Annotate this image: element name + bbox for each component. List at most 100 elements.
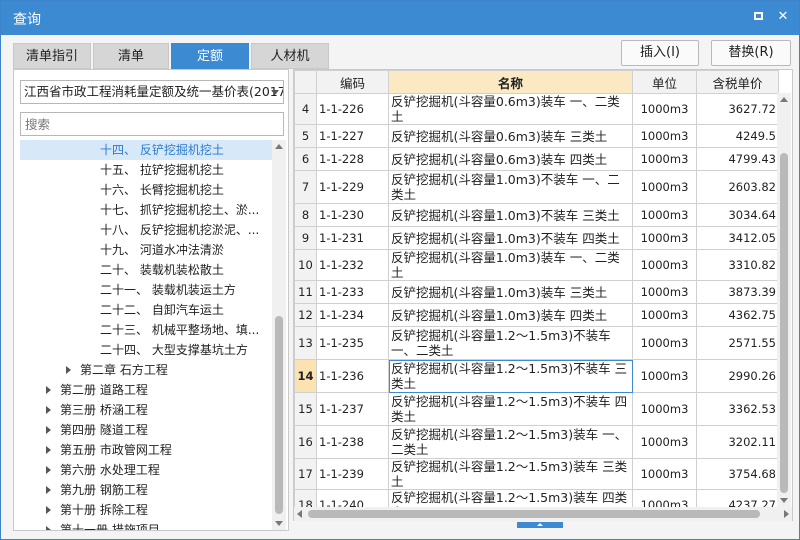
quota-code[interactable]: 1-1-235 [316,326,389,360]
tree-item[interactable]: 第十册 拆除工程 [20,500,272,520]
quota-unit[interactable]: 1000m3 [632,359,697,393]
row-index[interactable]: 11 [294,280,317,304]
quota-code[interactable]: 1-1-226 [316,93,389,125]
title-bar[interactable]: 查询 ✕ [1,1,799,35]
quota-price[interactable]: 3412.05 [696,226,779,250]
quota-code[interactable]: 1-1-228 [316,147,389,171]
quota-name[interactable]: 反铲挖掘机(斗容量0.6m3)装车 一、二类土 [388,93,633,125]
expand-arrow-icon[interactable] [46,466,51,474]
tree-item[interactable]: 二十一、 装载机装运土方 [20,280,272,300]
quota-name[interactable]: 反铲挖掘机(斗容量1.2～1.5m3)装车 三类土 [388,458,633,490]
quota-unit[interactable]: 1000m3 [632,392,697,426]
row-index[interactable]: 6 [294,147,317,171]
row-index[interactable]: 12 [294,303,317,327]
expand-arrow-icon[interactable] [46,506,51,514]
quota-unit[interactable]: 1000m3 [632,458,697,490]
scroll-down-icon[interactable] [275,521,283,526]
search-input[interactable] [20,112,284,136]
row-index[interactable]: 14 [294,359,317,393]
expand-arrow-icon[interactable] [46,486,51,494]
tree-item[interactable]: 第二章 石方工程 [20,360,272,380]
tree-scrollbar[interactable] [272,140,286,530]
replace-button[interactable]: 替换(R) [711,40,791,66]
tree-item[interactable]: 第三册 桥涵工程 [20,400,272,420]
quota-code[interactable]: 1-1-231 [316,226,389,250]
expand-arrow-icon[interactable] [46,526,51,530]
tab-bill[interactable]: 清单 [93,43,169,69]
row-index[interactable]: 5 [294,124,317,148]
quota-name[interactable]: 反铲挖掘机(斗容量1.0m3)不装车 三类土 [388,203,633,227]
quota-unit[interactable]: 1000m3 [632,124,697,148]
expand-arrow-icon[interactable] [46,386,51,394]
row-index[interactable]: 16 [294,425,317,459]
quota-name[interactable]: 反铲挖掘机(斗容量1.2～1.5m3)不装车 三类土 [388,359,633,393]
grid-hscroll-thumb[interactable] [308,510,760,518]
quota-unit[interactable]: 1000m3 [632,203,697,227]
table-row[interactable]: 12 1-1-234 反铲挖掘机(斗容量1.0m3)装车 四类土 1000m3 4362… [294,303,779,327]
tree-item[interactable]: 十八、 反铲挖掘机挖淤泥、... [20,220,272,240]
tree-item[interactable]: 第十一册 措施项目 [20,520,272,530]
expand-arrow-icon[interactable] [46,426,51,434]
quota-unit[interactable]: 1000m3 [632,170,697,204]
quota-price[interactable]: 3034.64 [696,203,779,227]
quota-unit[interactable]: 1000m3 [632,147,697,171]
tab-bill-guide[interactable]: 清单指引 [13,43,91,69]
row-index[interactable]: 15 [294,392,317,426]
table-row[interactable]: 4 1-1-226 反铲挖掘机(斗容量0.6m3)装车 一、二类土 1000m3 362… [294,93,779,125]
expand-arrow-icon[interactable] [46,446,51,454]
tree-item[interactable]: 第二册 道路工程 [20,380,272,400]
table-row[interactable]: 6 1-1-228 反铲挖掘机(斗容量0.6m3)装车 四类土 1000m3 4799.… [294,147,779,171]
table-row[interactable]: 16 1-1-238 反铲挖掘机(斗容量1.2～1.5m3)装车 一、二类土 1000… [294,425,779,459]
row-index[interactable]: 10 [294,249,317,281]
quota-price[interactable]: 2571.55 [696,326,779,360]
row-index[interactable]: 8 [294,203,317,227]
row-index[interactable]: 4 [294,93,317,125]
table-row[interactable]: 11 1-1-233 反铲挖掘机(斗容量1.0m3)装车 三类土 1000m3 3873… [294,280,779,304]
quota-code[interactable]: 1-1-239 [316,458,389,490]
quota-code[interactable]: 1-1-237 [316,392,389,426]
maximize-icon[interactable] [751,9,767,25]
tree-item[interactable]: 十四、 反铲挖掘机挖土 [20,140,272,160]
quota-name[interactable]: 反铲挖掘机(斗容量1.0m3)装车 一、二类土 [388,249,633,281]
table-row[interactable]: 5 1-1-227 反铲挖掘机(斗容量0.6m3)装车 三类土 1000m3 4249.… [294,124,779,148]
tree-scroll-thumb[interactable] [275,316,283,514]
tree-item[interactable]: 第六册 水处理工程 [20,460,272,480]
tree-item[interactable]: 第四册 隧道工程 [20,420,272,440]
quota-price[interactable]: 4362.75 [696,303,779,327]
scroll-right-icon[interactable] [784,510,789,518]
quota-code[interactable]: 1-1-234 [316,303,389,327]
row-index[interactable]: 17 [294,458,317,490]
tree-item[interactable]: 十五、 拉铲挖掘机挖土 [20,160,272,180]
quota-price[interactable]: 3310.82 [696,249,779,281]
quota-name[interactable]: 反铲挖掘机(斗容量1.2～1.5m3)装车 一、二类土 [388,425,633,459]
quota-unit[interactable]: 1000m3 [632,93,697,125]
quota-name[interactable]: 反铲挖掘机(斗容量0.6m3)装车 三类土 [388,124,633,148]
table-row[interactable]: 10 1-1-232 反铲挖掘机(斗容量1.0m3)装车 一、二类土 1000m3 33… [294,249,779,281]
table-row[interactable]: 13 1-1-235 反铲挖掘机(斗容量1.2～1.5m3)不装车 一、二类土 100… [294,326,779,360]
quota-code[interactable]: 1-1-233 [316,280,389,304]
tree-item[interactable]: 二十三、 机械平整场地、填... [20,320,272,340]
tree-item[interactable]: 二十二、 自卸汽车运土 [20,300,272,320]
table-row[interactable]: 17 1-1-239 反铲挖掘机(斗容量1.2～1.5m3)装车 三类土 1000m3… [294,458,779,490]
expand-arrow-icon[interactable] [66,366,71,374]
table-row[interactable]: 14 1-1-236 反铲挖掘机(斗容量1.2～1.5m3)不装车 三类土 1000m… [294,359,779,393]
quota-library-select[interactable]: 江西省市政工程消耗量定额及统一基价表(2017 [20,80,284,104]
close-icon[interactable]: ✕ [775,9,791,25]
quota-name[interactable]: 反铲挖掘机(斗容量1.0m3)不装车 四类土 [388,226,633,250]
tab-labor-material-machine[interactable]: 人材机 [251,43,329,69]
table-row[interactable]: 15 1-1-237 反铲挖掘机(斗容量1.2～1.5m3)不装车 四类土 1000m… [294,392,779,426]
header-price[interactable]: 含税单价 [696,70,779,94]
quota-code[interactable]: 1-1-229 [316,170,389,204]
header-name[interactable]: 名称 [388,70,633,94]
scroll-up-icon[interactable] [780,97,788,102]
tree-item[interactable]: 二十四、 大型支撑基坑土方 [20,340,272,360]
tab-quota[interactable]: 定额 [171,43,249,69]
scroll-up-icon[interactable] [275,144,283,149]
grid-scroll-thumb[interactable] [780,153,788,493]
tree-item[interactable]: 二十、 装载机装松散土 [20,260,272,280]
quota-unit[interactable]: 1000m3 [632,280,697,304]
quota-price[interactable]: 4799.43 [696,147,779,171]
tree-item[interactable]: 十九、 河道水冲法清淤 [20,240,272,260]
table-row[interactable]: 7 1-1-229 反铲挖掘机(斗容量1.0m3)不装车 一、二类土 1000m3 26… [294,170,779,204]
row-index[interactable]: 13 [294,326,317,360]
